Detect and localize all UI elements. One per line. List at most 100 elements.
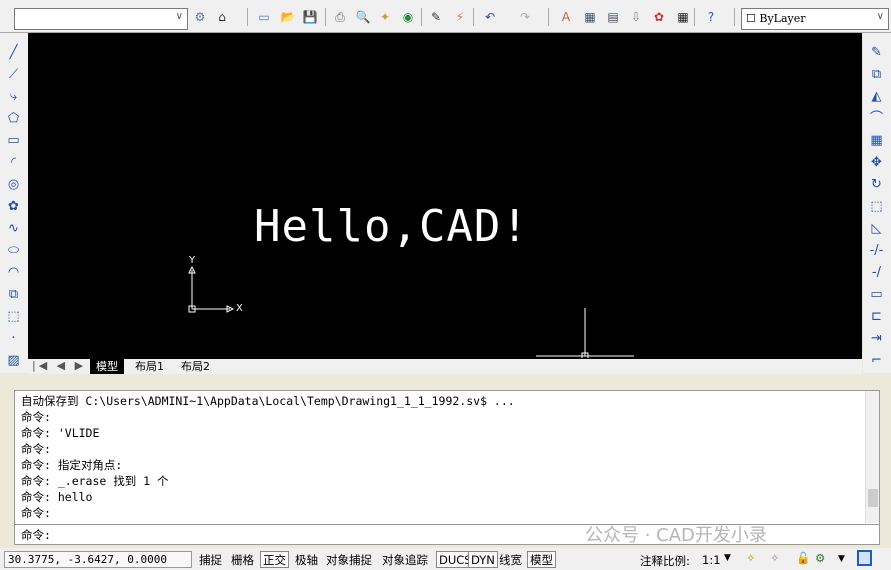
stretch-icon[interactable]: ◺ — [869, 221, 884, 236]
crosshair-cursor — [536, 308, 634, 358]
extend-icon[interactable]: -/ — [869, 265, 884, 280]
mirror-icon[interactable]: ◭ — [869, 89, 884, 104]
status-toggle[interactable]: 极轴 — [292, 551, 321, 568]
workspace-settings-icon[interactable]: ⚙ — [192, 9, 208, 25]
workspace-combo[interactable]: ∨ — [14, 8, 188, 30]
chevron-down-icon[interactable]: ▼ — [838, 554, 845, 564]
command-history-line: 命令: 'VLIDE — [21, 426, 100, 440]
help-icon[interactable]: ? — [703, 9, 719, 25]
command-history-line: 命令: _.erase 找到 1 个 — [21, 474, 169, 488]
layout-tabs: |◀ ◀ ▶ ▶| 模型 布局1 布局2 — [28, 359, 862, 374]
toolbar-separator — [325, 8, 326, 26]
status-toggle[interactable]: 对象追踪 — [379, 551, 431, 568]
command-history-line: 命令: — [21, 442, 51, 456]
auto-scale-icon[interactable]: ✧ — [770, 551, 780, 565]
properties-icon[interactable]: A — [558, 9, 574, 25]
markup-icon[interactable]: ✿ — [651, 9, 667, 25]
status-toggle[interactable]: 线宽 — [496, 551, 525, 568]
design-center-icon[interactable]: ▦ — [582, 9, 598, 25]
erase-icon[interactable]: ✎ — [869, 45, 884, 60]
toolbar-separator — [421, 8, 422, 26]
tab-model[interactable]: 模型 — [90, 359, 124, 374]
ucs-icon — [188, 265, 235, 313]
point-icon[interactable]: · — [6, 331, 21, 346]
construction-line-icon[interactable]: ⟋ — [6, 67, 21, 82]
home-icon[interactable]: ⌂ — [214, 9, 230, 25]
tab-layout2[interactable]: 布局2 — [175, 359, 216, 374]
status-toggle[interactable]: DYN — [468, 551, 498, 568]
status-toggle[interactable]: 模型 — [527, 551, 556, 568]
chevron-down-icon: ∨ — [876, 11, 884, 22]
standard-toolbar: ∨ ⚙ ⌂ ▭ 📂 💾 ⎙ 🔍 ✦ ◉ ✎ ⚡ ↶ ↷ A ▦ ▤ ⇩ ✿ ▦? ☐ ByLayer ∨ — [0, 0, 891, 33]
ellipse-arc-icon[interactable]: ◠ — [6, 265, 21, 280]
command-prompt[interactable]: 命令: — [21, 527, 51, 543]
break-icon[interactable]: ▭ — [869, 287, 884, 302]
tray-settings-icon[interactable]: ⚙ — [815, 551, 825, 565]
status-toggle[interactable]: 对象捕捉 — [323, 551, 375, 568]
print-icon[interactable]: ⎙ — [332, 9, 348, 25]
ucs-x-label: X — [236, 303, 243, 314]
trim-icon[interactable]: -/- — [869, 243, 884, 258]
redo-icon[interactable]: ↷ — [517, 9, 533, 25]
move-icon[interactable]: ✥ — [869, 155, 884, 170]
3d-dwf-icon[interactable]: ◉ — [400, 9, 416, 25]
polygon-icon[interactable]: ⬠ — [6, 111, 21, 126]
ellipse-icon[interactable]: ⬭ — [6, 243, 21, 258]
spline-icon[interactable]: ∿ — [6, 221, 21, 236]
print-preview-icon[interactable]: 🔍 — [355, 9, 371, 25]
status-toggle[interactable]: 栅格 — [228, 551, 257, 568]
undo-icon[interactable]: ↶ — [482, 9, 498, 25]
new-icon[interactable]: ▭ — [256, 9, 272, 25]
clean-screen-icon[interactable] — [857, 550, 872, 566]
insert-block-icon[interactable]: ⧉ — [6, 287, 21, 302]
line-icon[interactable]: ╱ — [6, 45, 21, 60]
command-history-line: 自动保存到 C:\Users\ADMINI~1\AppData\Local\Te… — [21, 394, 515, 408]
rotate-icon[interactable]: ↻ — [869, 177, 884, 192]
tab-layout1[interactable]: 布局1 — [129, 359, 170, 374]
drawing-canvas[interactable]: Hello,CAD! Y X — [28, 33, 862, 359]
watermark: 公众号 · CAD开发小录 — [585, 525, 767, 546]
scale-icon[interactable]: ⬚ — [869, 199, 884, 214]
offset-icon[interactable]: ⌒ — [869, 111, 884, 126]
join-icon[interactable]: ⊏ — [869, 309, 884, 324]
toolbar-separator — [548, 8, 549, 26]
draw-toolbar: ╱ ⟋ ⤷ ⬠ ▭ ◜ ◎ ✿ ∿ ⬭ ◠ ⧉ ⬚ · ▨ — [0, 33, 28, 373]
modify-toolbar: ✎ ⧉ ◭ ⌒ ▦ ✥ ↻ ⬚ ◺ -/- -/ ▭ ⊏ ⇥ ⌐ — [863, 33, 891, 373]
coordinate-readout: 30.3775, -3.6427, 0.0000 — [4, 551, 192, 568]
annotation-scale[interactable]: 1:1 — [702, 553, 721, 567]
layer-combo[interactable]: ☐ ByLayer ∨ — [741, 8, 889, 30]
cut-icon[interactable]: ✎ — [428, 9, 444, 25]
chevron-down-icon[interactable]: ▼ — [724, 553, 731, 563]
lock-icon[interactable]: 🔓 — [796, 551, 810, 565]
command-history-line: 命令: 指定对角点: — [21, 458, 123, 472]
copy-icon[interactable]: ⧉ — [869, 67, 884, 82]
match-properties-icon[interactable]: ⚡ — [452, 9, 468, 25]
save-icon[interactable]: 💾 — [302, 9, 318, 25]
status-toggle[interactable]: 正交 — [260, 551, 289, 568]
chamfer-icon[interactable]: ⇥ — [869, 331, 884, 346]
array-icon[interactable]: ▦ — [869, 133, 884, 148]
toolbar-separator — [694, 8, 695, 26]
tool-palettes-icon[interactable]: ▤ — [605, 9, 621, 25]
annotation-scale-label: 注释比例: — [640, 554, 690, 568]
make-block-icon[interactable]: ⬚ — [6, 309, 21, 324]
toolbar-separator — [473, 8, 474, 26]
hatch-icon[interactable]: ▨ — [6, 353, 21, 368]
polyline-icon[interactable]: ⤷ — [6, 89, 21, 104]
circle-icon[interactable]: ◎ — [6, 177, 21, 192]
drawing-text: Hello,CAD! — [254, 201, 529, 252]
fillet-icon[interactable]: ⌐ — [869, 353, 884, 368]
open-icon[interactable]: 📂 — [280, 9, 296, 25]
annotation-visibility-icon[interactable]: ✧ — [746, 551, 756, 565]
revision-cloud-icon[interactable]: ✿ — [6, 199, 21, 214]
ucs-y-label: Y — [189, 255, 196, 266]
command-history-line: 命令: — [21, 506, 51, 520]
publish-icon[interactable]: ✦ — [377, 9, 393, 25]
command-scrollbar[interactable] — [865, 391, 879, 523]
rectangle-icon[interactable]: ▭ — [6, 133, 21, 148]
status-toggle[interactable]: 捕捉 — [196, 551, 225, 568]
chevron-down-icon: ∨ — [175, 11, 183, 22]
sheet-set-icon[interactable]: ⇩ — [628, 9, 644, 25]
arc-icon[interactable]: ◜ — [6, 155, 21, 170]
calculator-icon[interactable]: ▦ — [675, 9, 691, 25]
